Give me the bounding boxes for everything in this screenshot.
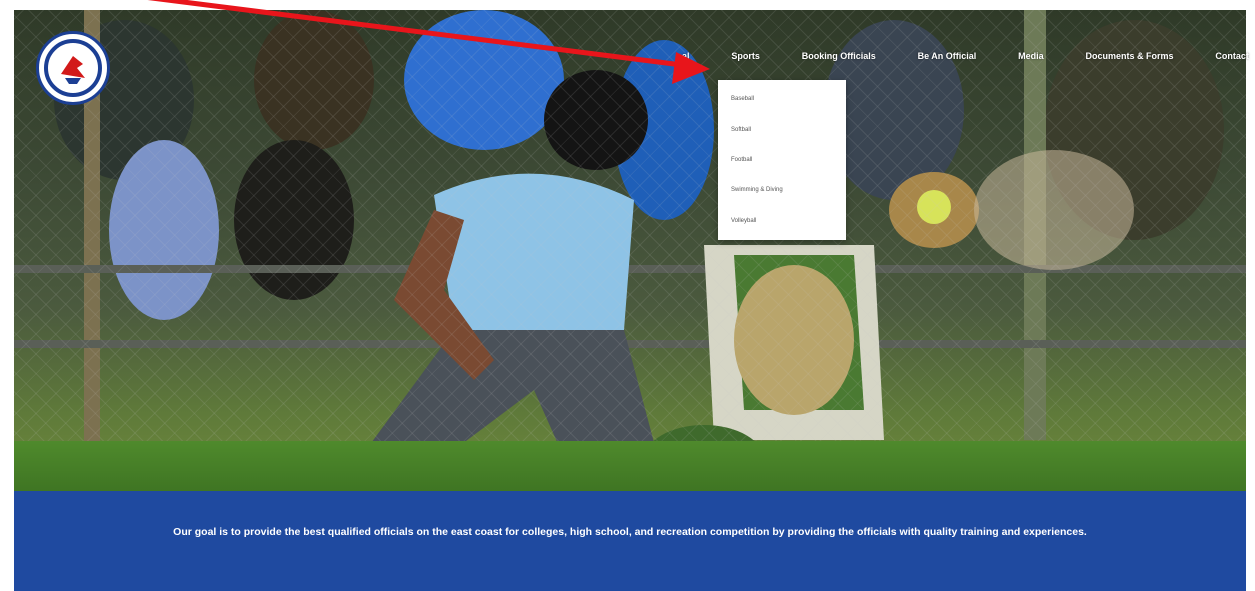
menu-item-softball[interactable]: Softball <box>718 127 846 133</box>
nav-item-documents-forms[interactable]: Documents & Forms <box>1086 51 1174 61</box>
nav-item-booking-officials[interactable]: Booking Officials <box>802 51 876 61</box>
menu-item-baseball[interactable]: Baseball <box>718 96 846 102</box>
nav-item-be-an-official[interactable]: Be An Official <box>918 51 977 61</box>
main-nav: al Sports Booking Officials Be An Offici… <box>682 45 1249 67</box>
cardinal-bird-logo-icon <box>44 39 102 97</box>
nav-item-sports[interactable]: Sports <box>731 51 760 61</box>
menu-item-swimming-diving[interactable]: Swimming & Diving <box>718 187 846 193</box>
chain-link-fence <box>14 10 1246 491</box>
mission-statement: Our goal is to provide the best qualifie… <box>173 525 1087 538</box>
menu-item-volleyball[interactable]: Volleyball <box>718 218 846 224</box>
sports-dropdown-menu: Baseball Softball Football Swimming & Di… <box>718 80 846 240</box>
grass-field <box>14 441 1246 491</box>
nav-item-media[interactable]: Media <box>1018 51 1044 61</box>
nav-item-partial[interactable]: al <box>682 51 690 61</box>
mission-banner: Our goal is to provide the best qualifie… <box>14 491 1246 591</box>
nav-item-contact[interactable]: Contact <box>1215 51 1249 61</box>
hero-image <box>14 10 1246 491</box>
menu-item-football[interactable]: Football <box>718 157 846 163</box>
site-logo[interactable] <box>36 31 110 105</box>
